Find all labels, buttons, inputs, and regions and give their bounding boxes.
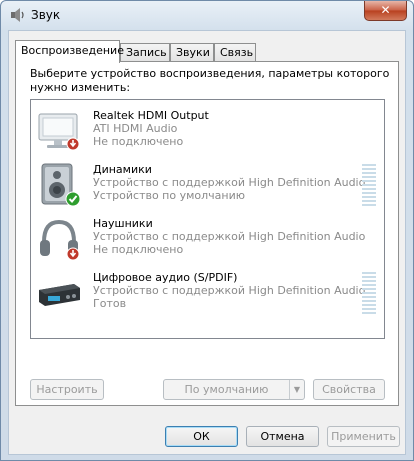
window-title: Звук: [31, 8, 61, 22]
title-bar[interactable]: Звук ✕: [1, 1, 413, 29]
tab-communications[interactable]: Связь: [214, 43, 256, 62]
device-status: Готов: [93, 297, 127, 310]
tab-playback[interactable]: Воспроизведение: [15, 40, 124, 63]
device-item-spdif[interactable]: Цифровое аудио (S/PDIF) Устройство с под…: [31, 266, 384, 320]
device-text: Цифровое аудио (S/PDIF) Устройство с под…: [93, 271, 366, 310]
device-name: Динамики: [93, 163, 152, 176]
volume-meter: [362, 272, 376, 316]
device-name: Realtek HDMI Output: [93, 109, 209, 122]
headphones-icon: [40, 219, 80, 261]
properties-button[interactable]: Свойства: [313, 379, 385, 400]
speaker-icon: [11, 8, 24, 22]
chevron-down-icon[interactable]: ▼: [289, 380, 304, 399]
device-item-headphones[interactable]: Наушники Устройство с поддержкой High De…: [31, 212, 384, 266]
apply-button[interactable]: Применить: [327, 426, 400, 447]
instructions-text: Выберите устройство воспроизведения, пар…: [30, 67, 390, 94]
device-text: Realtek HDMI Output ATI HDMI Audio Не по…: [93, 109, 363, 148]
device-item-hdmi[interactable]: Realtek HDMI Output ATI HDMI Audio Не по…: [31, 104, 384, 158]
configure-button[interactable]: Настроить: [30, 379, 104, 400]
playback-device-list[interactable]: Realtek HDMI Output ATI HDMI Audio Не по…: [30, 99, 385, 339]
device-description: Устройство с поддержкой High Definition …: [93, 230, 366, 243]
device-name: Цифровое аудио (S/PDIF): [93, 271, 238, 284]
speaker-icon: [41, 163, 81, 207]
device-text: Наушники Устройство с поддержкой High De…: [93, 217, 366, 256]
device-status: Не подключено: [93, 243, 184, 256]
device-item-speakers[interactable]: Динамики Устройство с поддержкой High De…: [31, 158, 384, 212]
playback-tab-panel: Выберите устройство воспроизведения, пар…: [15, 61, 399, 406]
device-text: Динамики Устройство с поддержкой High De…: [93, 163, 366, 202]
volume-meter: [362, 164, 376, 208]
dialog-client-area: Воспроизведение Запись Звуки Связь Выбер…: [8, 30, 406, 455]
device-status: Не подключено: [93, 135, 184, 148]
ok-button[interactable]: ОК: [165, 426, 238, 447]
set-default-label: По умолчанию: [184, 383, 269, 396]
tab-recording[interactable]: Запись: [120, 43, 170, 62]
device-description: ATI HDMI Audio: [93, 122, 178, 135]
device-status: Устройство по умолчанию: [93, 189, 246, 202]
device-name: Наушники: [93, 217, 153, 230]
tab-sounds[interactable]: Звуки: [170, 43, 214, 62]
monitor-icon: [38, 113, 80, 151]
cancel-button[interactable]: Отмена: [246, 426, 319, 447]
device-description: Устройство с поддержкой High Definition …: [93, 176, 366, 189]
sound-dialog-window: Звук ✕ Воспроизведение Запись Звуки Связ…: [0, 0, 414, 461]
digital-audio-icon: [39, 284, 80, 306]
close-button[interactable]: ✕: [364, 1, 407, 21]
device-description: Устройство с поддержкой High Definition …: [93, 284, 366, 297]
set-default-button[interactable]: По умолчанию ▼: [163, 379, 305, 400]
